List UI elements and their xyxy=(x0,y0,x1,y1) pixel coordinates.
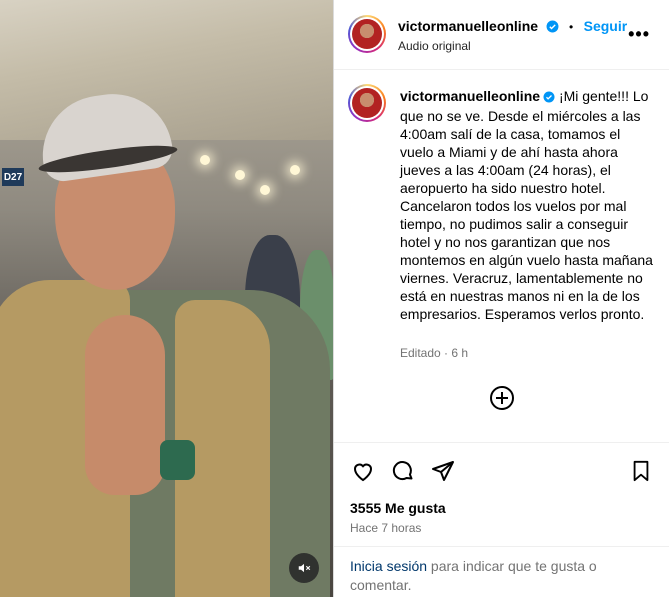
likes-count[interactable]: 3555 Me gusta xyxy=(350,500,446,516)
caption-text: ¡Mi gente!!! Lo que no se ve. Desde el m… xyxy=(400,88,653,322)
ceiling-light xyxy=(260,185,270,195)
edited-timestamp: Editado · 6 h xyxy=(400,346,469,360)
caption-author-avatar[interactable] xyxy=(348,84,386,122)
post-caption: victormanuelleonline ¡Mi gente!!! Lo que… xyxy=(400,87,656,323)
heart-icon[interactable] xyxy=(350,459,376,488)
login-prompt: Inicia sesión para indicar que te gusta … xyxy=(334,546,669,597)
audio-label[interactable]: Audio original xyxy=(398,39,471,53)
plus-circle-icon[interactable] xyxy=(489,385,515,411)
caption-username[interactable]: victormanuelleonline xyxy=(400,88,540,104)
airport-ceiling xyxy=(0,0,333,140)
author-avatar[interactable] xyxy=(348,15,386,53)
comment-bubble-icon[interactable] xyxy=(390,459,416,488)
post-header: victormanuelleonline • Seguir Audio orig… xyxy=(334,0,669,70)
post-info-panel: victormanuelleonline • Seguir Audio orig… xyxy=(333,0,669,597)
more-options-button[interactable]: ••• xyxy=(628,24,650,45)
author-username[interactable]: victormanuelleonline xyxy=(398,18,538,34)
wristwatch xyxy=(160,440,195,480)
praying-hands xyxy=(85,315,165,495)
follow-button[interactable]: Seguir xyxy=(584,18,628,34)
post-video[interactable]: D27 xyxy=(0,0,333,597)
ceiling-light xyxy=(235,170,245,180)
action-bar xyxy=(334,442,669,502)
login-link[interactable]: Inicia sesión xyxy=(350,558,427,574)
separator-dot: • xyxy=(568,20,574,34)
verified-badge-icon xyxy=(546,20,559,38)
gate-sign: D27 xyxy=(2,168,24,186)
ceiling-light xyxy=(200,155,210,165)
bookmark-icon[interactable] xyxy=(630,459,652,488)
post-time[interactable]: Hace 7 horas xyxy=(350,521,421,535)
paper-plane-icon[interactable] xyxy=(430,459,456,488)
verified-badge-icon xyxy=(543,89,555,107)
muted-speaker-icon[interactable] xyxy=(289,553,319,583)
ceiling-light xyxy=(290,165,300,175)
